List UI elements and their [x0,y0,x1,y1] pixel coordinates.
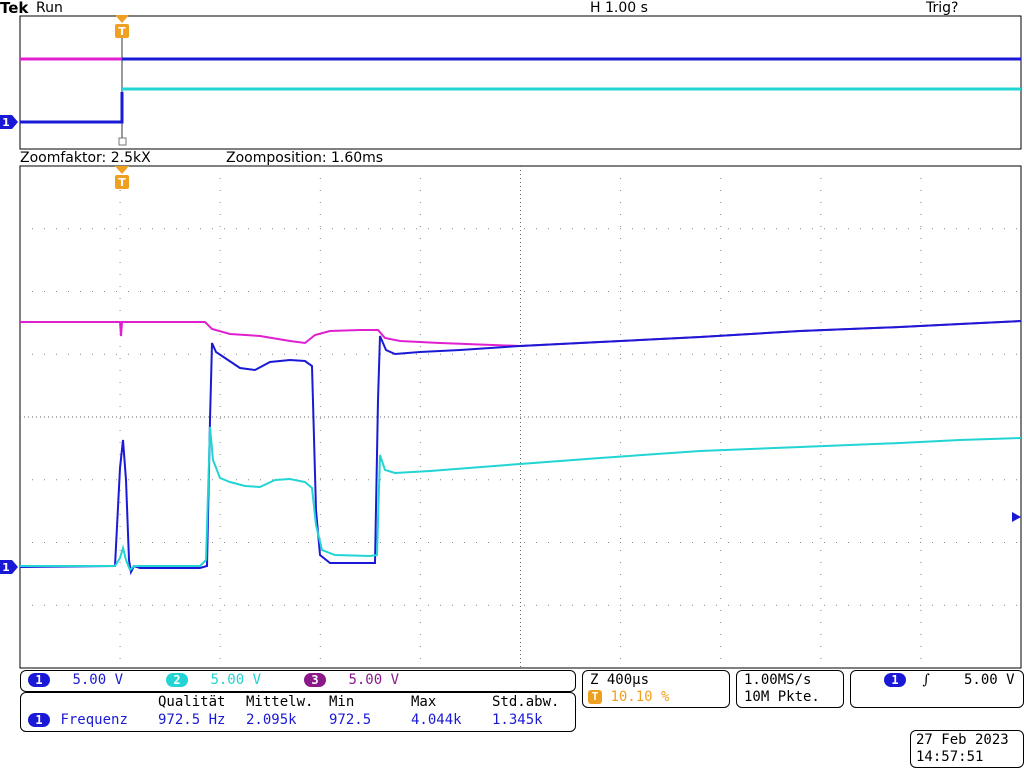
trigger-source-chip: 1 [884,673,906,687]
trigger-position-icon: T [588,690,602,704]
trigger-position-readout: T 10.10 % [588,689,669,705]
ch1-readout[interactable]: 1 5.00 V [28,672,123,688]
meas-header-mean: Mittelw. [246,694,314,710]
meas-name: Frequenz [60,712,128,728]
meas-header-min: Min [329,694,355,710]
ch1-scale: 5.00 V [72,672,124,688]
zoom-scale: Z 400µs [590,672,650,688]
meas-value-quality: 972.5 Hz [158,712,226,728]
ch2-readout[interactable]: 2 5.00 V [166,672,261,688]
meas-ch1-chip: 1 [28,713,50,727]
meas-value-max: 4.044k [411,712,462,728]
trigger-position-marker-label: T [118,176,126,189]
sample-rate: 1.00MS/s [744,672,812,688]
meas-header-quality: Qualität [158,694,226,710]
ch2-chip: 2 [166,673,188,687]
date-readout: 27 Feb 2023 [916,732,1009,748]
meas-header-stddev: Std.abw. [492,694,560,710]
ch1-ground-marker-label: 1 [2,561,10,574]
ch2-scale: 5.00 V [210,672,262,688]
time-readout: 14:57:51 [916,749,984,765]
meas-source[interactable]: 1 Frequenz [28,712,128,728]
record-length: 10M Pkte. [744,689,820,705]
ch3-readout[interactable]: 3 5.00 V [304,672,399,688]
ch3-chip: 3 [304,673,326,687]
meas-value-mean: 2.095k [246,712,297,728]
trigger-position-value: 10.10 % [610,689,670,705]
ch1-chip: 1 [28,673,50,687]
meas-value-stddev: 1.345k [492,712,543,728]
trigger-level: 5.00 V [964,672,1015,688]
meas-value-min: 972.5 [329,712,372,728]
trigger-slope-icon: ∫ [922,672,930,688]
trigger-readout: 1 ∫ [884,672,930,688]
zoom-waveform-display[interactable]: T 1 [0,0,1024,768]
meas-header-max: Max [411,694,437,710]
ch3-scale: 5.00 V [348,672,400,688]
